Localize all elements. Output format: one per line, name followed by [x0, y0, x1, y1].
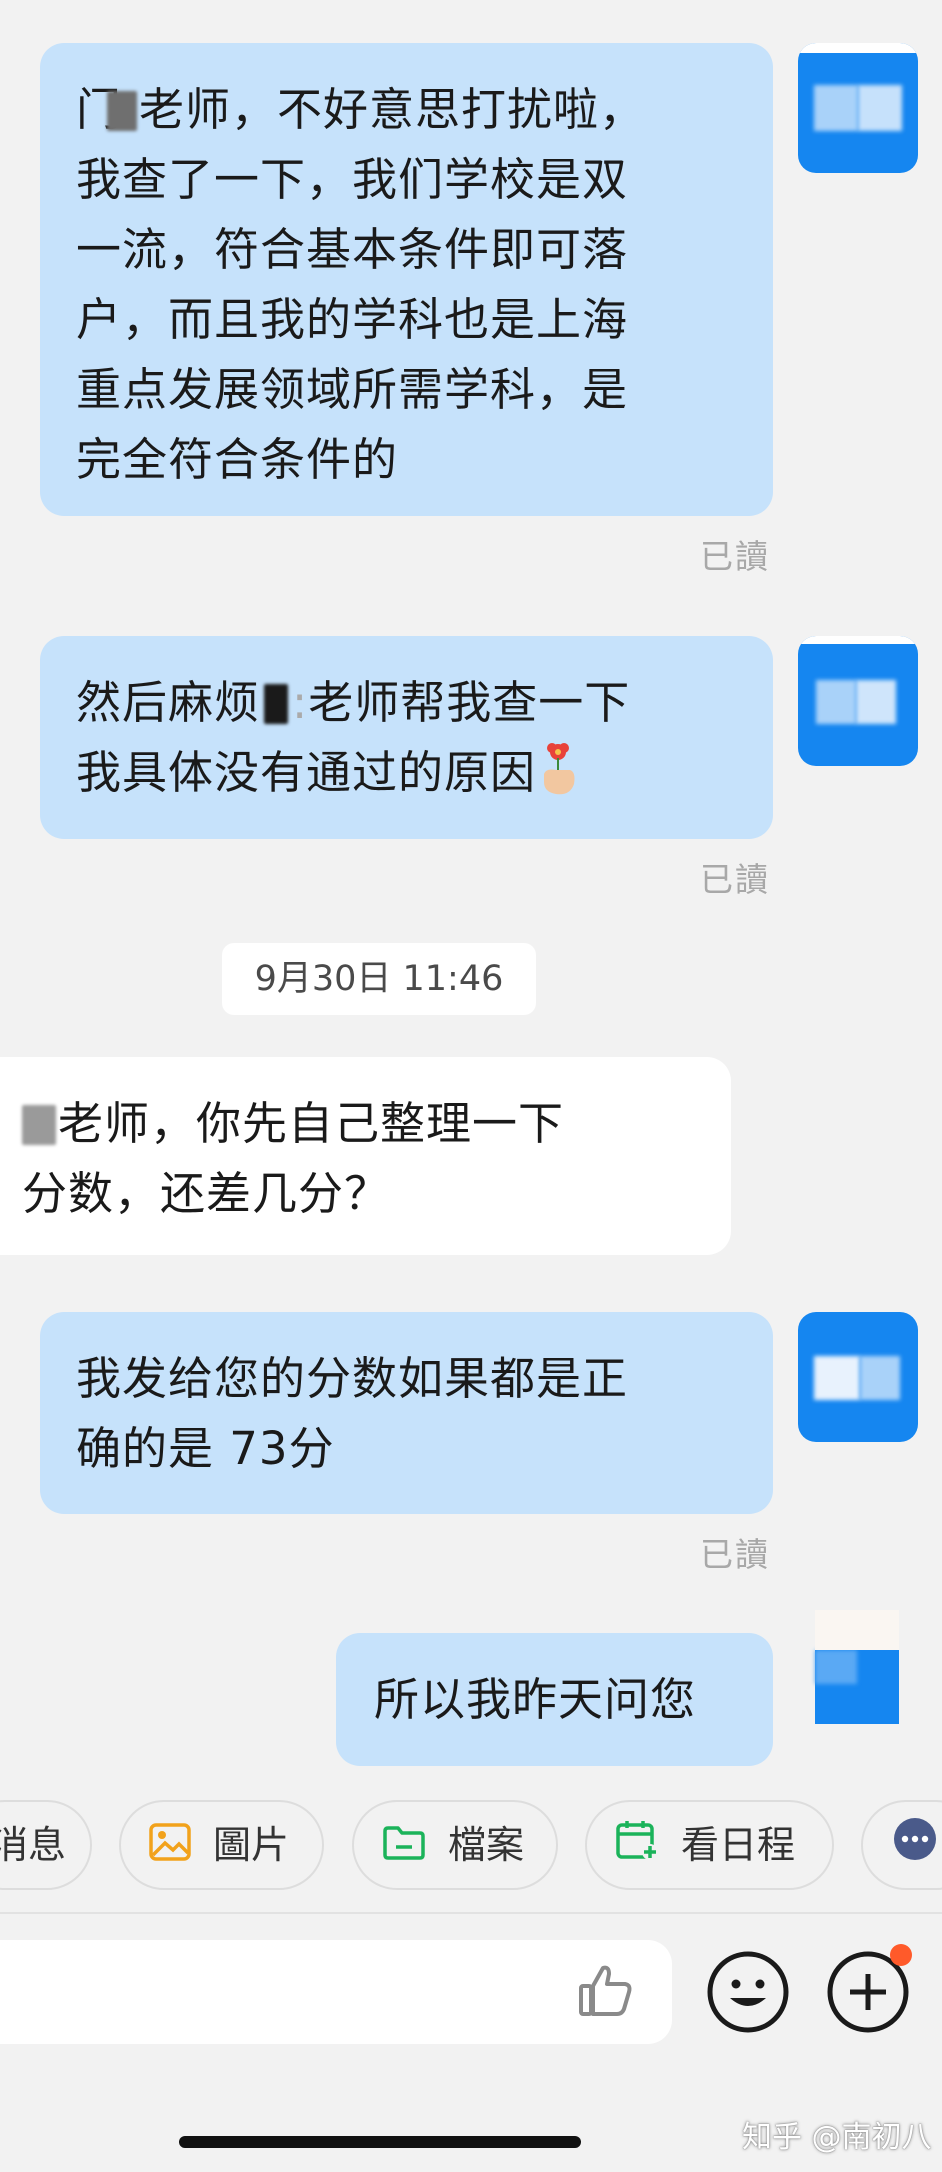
smiley-icon[interactable] [706, 1950, 790, 2034]
flower-emoji-icon [536, 740, 580, 800]
message-line: 我发给您的分数如果都是正 [76, 1352, 629, 1405]
chip-label: 圖片 [213, 1823, 290, 1867]
message-bubble-outgoing[interactable]: 然后麻烦:老师帮我查一下 我具体没有通过的原因 [40, 636, 773, 839]
message-line: 确的是 73分 [76, 1422, 335, 1475]
my-avatar[interactable] [798, 636, 918, 766]
message-line: 我查了一下，我们学校是双 [76, 153, 629, 206]
watermark: 知乎 @南初八 [742, 2120, 932, 2155]
my-avatar[interactable] [798, 1312, 918, 1442]
chip-label: 看日程 [681, 1823, 796, 1867]
message-line: 老师，你先自己整理一下 [22, 1089, 695, 1159]
chip-label: 檔案 [448, 1823, 525, 1867]
redacted-name [264, 684, 289, 724]
redacted-name [107, 91, 138, 131]
chip-more[interactable] [861, 1800, 942, 1890]
message-prefix-char: 门 [76, 83, 121, 136]
plus-circle-icon[interactable] [826, 1944, 912, 2034]
message-line: 重点发展领域所需学科，是 [76, 363, 629, 416]
message-line: 分数，还差几分？ [22, 1167, 391, 1220]
read-receipt: 已讀 [700, 537, 770, 576]
toolbar-divider [0, 1912, 942, 1914]
message-line: 然后麻烦:老师帮我查一下 [76, 676, 631, 729]
more-icon [893, 1805, 937, 1891]
my-avatar[interactable] [815, 1610, 899, 1724]
message-line: 完全符合条件的 [76, 433, 399, 486]
message-line: 一流，符合基本条件即可落 [76, 223, 629, 276]
chip-message[interactable]: 消息 [0, 1800, 92, 1890]
image-icon [149, 1805, 191, 1891]
chip-calendar[interactable]: 看日程 [585, 1800, 834, 1890]
read-receipt: 已讀 [700, 1535, 770, 1574]
home-indicator [179, 2136, 581, 2148]
message-bubble-outgoing[interactable]: 我发给您的分数如果都是正 确的是 73分 [40, 1312, 773, 1514]
message-bubble-outgoing[interactable]: 所以我昨天问您 [336, 1633, 773, 1766]
timestamp: 9月30日 11:46 [222, 943, 536, 1015]
folder-icon [382, 1805, 426, 1891]
message-line: 户，而且我的学科也是上海 [76, 293, 629, 346]
notification-badge [890, 1944, 912, 1966]
redacted-name [22, 1105, 56, 1145]
chip-file[interactable]: 檔案 [352, 1800, 558, 1890]
message-input[interactable] [0, 1940, 672, 2044]
my-avatar[interactable] [798, 43, 918, 173]
chip-label: 消息 [0, 1823, 67, 1867]
chip-image[interactable]: 圖片 [119, 1800, 324, 1890]
message-bubble-outgoing[interactable]: 门老师，不好意思打扰啦， 我查了一下，我们学校是双 一流，符合基本条件即可落 户… [40, 43, 773, 516]
message-line: 我具体没有通过的原因 [76, 738, 737, 808]
read-receipt: 已讀 [700, 860, 770, 899]
calendar-add-icon [615, 1805, 659, 1891]
thumbs-up-icon[interactable] [575, 1960, 635, 2024]
message-line: 所以我昨天问您 [374, 1673, 697, 1726]
message-bubble-incoming[interactable]: 老师，你先自己整理一下 分数，还差几分？ [0, 1057, 731, 1255]
message-line: 门老师，不好意思打扰啦， [76, 83, 646, 136]
